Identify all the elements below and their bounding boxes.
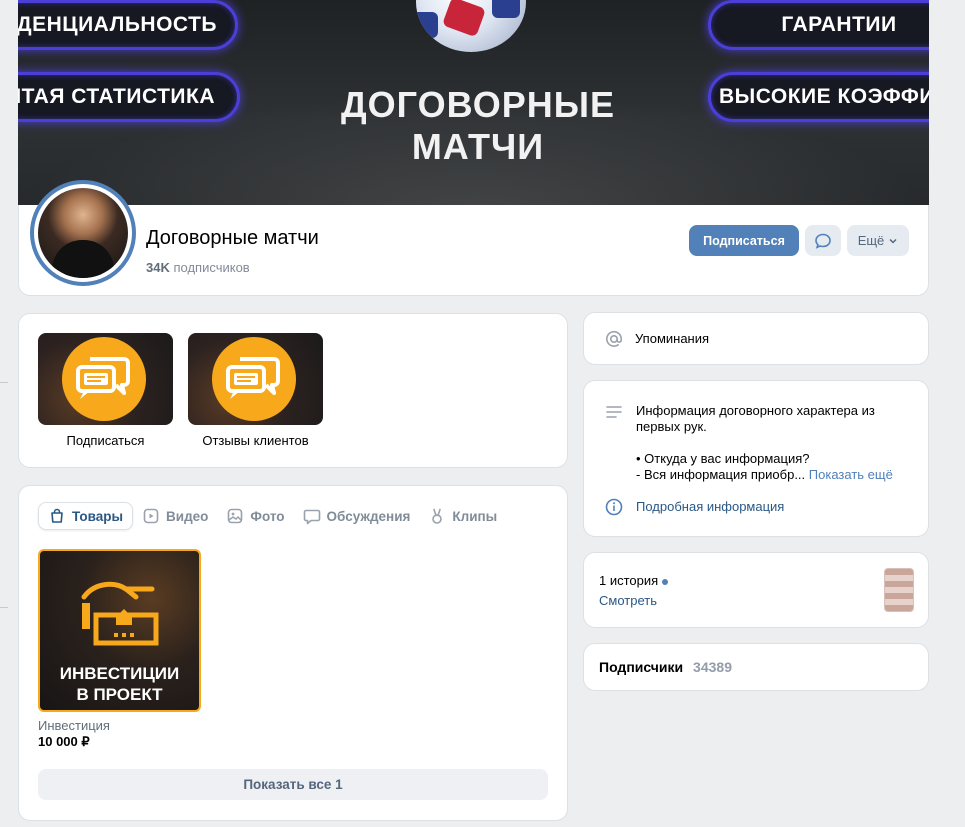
detailed-info-link[interactable]: Подробная информация [636,499,784,514]
stories-count-row: 1 история [599,573,669,588]
product-price: 10 000 ₽ [38,734,90,749]
bag-icon [51,508,63,523]
tab-label: Товары [72,508,124,524]
group-avatar[interactable] [30,180,136,286]
info-text: Информация договорного характера из перв… [636,403,893,483]
product-image-caption: ИНВЕСТИЦИИ В ПРОЕКТ [40,663,199,705]
subscribers-label: подписчиков [173,260,250,275]
more-button[interactable]: Ещё [847,225,909,256]
product-image[interactable]: ИНВЕСТИЦИИ В ПРОЕКТ [38,549,201,712]
edge-divider [0,382,8,383]
message-icon [815,233,831,249]
app-label-reviews[interactable]: Отзывы клиентов [188,433,323,448]
chevron-down-icon [889,238,897,244]
more-label: Ещё [857,233,885,248]
cover-image: КОНФИДЕНЦИАЛЬНОСТЬ ОТКРЫТАЯ СТАТИСТИКА Г… [18,0,929,215]
cover-pill-guarantees: ГАРАНТИИ [708,0,929,50]
discussion-icon [303,509,320,525]
tab-label: Фото [250,508,285,524]
followers-label: Подписчики [599,659,684,675]
chat-bubbles-icon [76,357,130,399]
chat-bubbles-icon [226,357,280,399]
info-line-2: первых рук. [636,419,707,434]
tab-clips[interactable]: Клипы [419,502,506,530]
app-tile-reviews[interactable] [188,333,323,425]
product-image-line1: ИНВЕСТИЦИИ [59,664,180,683]
edge-divider [0,607,8,608]
new-story-dot [662,578,669,585]
cover-title: ДОГОВОРНЫЕ МАТЧИ [341,84,615,167]
investment-icon [81,581,159,646]
clips-icon [432,508,443,524]
message-button[interactable] [805,225,841,256]
info-line-3: • Откуда у вас информация? [636,451,810,466]
show-all-products-button[interactable]: Показать все 1 [38,769,548,800]
tab-video[interactable]: Видео [133,502,217,530]
story-thumbnail[interactable] [884,568,914,612]
info-icon [605,498,623,516]
stories-widget [583,552,929,628]
at-icon [606,330,623,347]
product-name[interactable]: Инвестиция [38,718,110,733]
tab-products[interactable]: Товары [38,502,134,530]
tab-label: Видео [166,508,209,524]
info-line-1: Информация договорного характера из [636,403,875,418]
app-tile-subscribe[interactable] [38,333,173,425]
tab-discussions[interactable]: Обсуждения [294,502,420,530]
stories-count: 1 история [599,573,659,588]
tab-photo[interactable]: Фото [217,502,293,530]
description-icon [606,406,622,418]
video-icon [143,508,159,524]
cover-pill-high-odds: ВЫСОКИЕ КОЭФФИЦИЕНТЫ [708,72,929,122]
tab-label: Клипы [452,508,498,524]
mentions-label[interactable]: Упоминания [635,331,709,346]
tab-label: Обсуждения [326,508,411,524]
avatar-photo [38,188,128,278]
product-image-line2: В ПРОЕКТ [76,685,163,704]
followers-count: 34389 [693,659,732,675]
cover-pill-confidentiality: КОНФИДЕНЦИАЛЬНОСТЬ [18,0,238,50]
photo-icon [228,508,243,524]
show-more-link[interactable]: Показать ещё [809,467,893,482]
subscribe-button[interactable]: Подписаться [689,225,799,256]
group-name: Договорные матчи [146,227,319,249]
football-image [416,0,526,52]
info-line-4: - Вся информация приобр... [636,467,806,482]
subscribers-summary[interactable]: 34K подписчиков [146,260,250,275]
stories-watch-link[interactable]: Смотреть [599,593,657,608]
app-label-subscribe[interactable]: Подписаться [38,433,173,448]
subscribers-count: 34K [146,260,170,275]
content-tabs: Товары Видео Фото Обсуждения Клипы [38,502,506,530]
cover-pill-statistics: ОТКРЫТАЯ СТАТИСТИКА [18,72,240,122]
followers-row: Подписчики 34389 [599,659,732,675]
